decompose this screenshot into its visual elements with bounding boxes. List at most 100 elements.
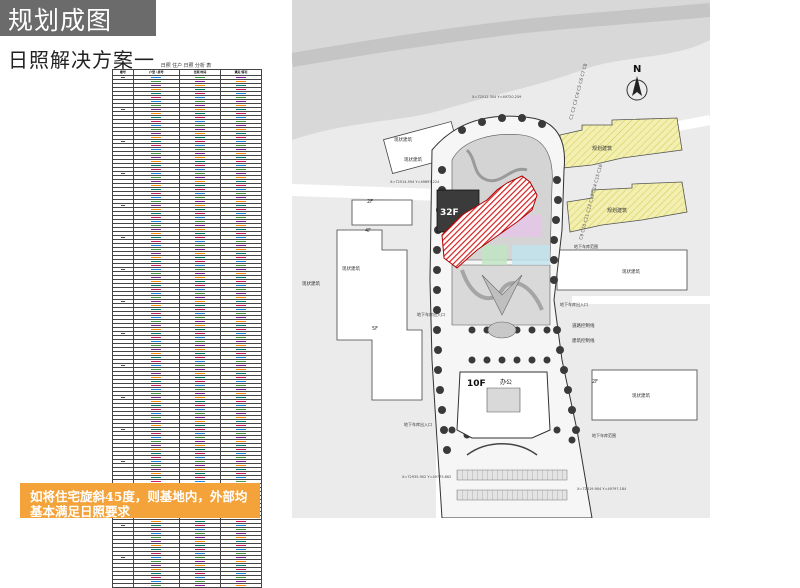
cell-mark	[235, 288, 246, 290]
cell-mark	[120, 364, 125, 366]
cell-mark	[151, 232, 162, 234]
cell-mark	[235, 312, 246, 314]
label-existing-6: 现状建筑	[632, 392, 650, 399]
cell-mark	[121, 285, 125, 286]
cell-mark	[151, 584, 162, 586]
cell-mark	[121, 345, 125, 346]
cell-mark	[194, 416, 205, 418]
cell-mark	[235, 572, 246, 574]
cell-mark	[121, 581, 125, 582]
cell-mark	[194, 464, 205, 466]
cell-mark	[235, 528, 246, 530]
cell-mark	[235, 140, 246, 142]
cell-mark	[235, 196, 246, 198]
cell-mark	[151, 168, 162, 170]
cell-mark	[194, 432, 205, 434]
cell-mark	[194, 140, 205, 142]
cell-mark	[194, 556, 205, 558]
cell-mark	[151, 528, 162, 530]
label-garage-entrance-3: 地下车库出入口	[404, 421, 432, 427]
cell-mark	[121, 389, 125, 390]
cell-mark	[121, 441, 125, 442]
cell-mark	[120, 396, 125, 398]
cell-mark	[121, 477, 125, 478]
cell-mark	[121, 373, 125, 374]
cell-mark	[120, 76, 125, 78]
cell-mark	[121, 245, 125, 246]
cell-mark	[235, 136, 246, 138]
cell-mark	[151, 172, 162, 174]
cell-mark	[235, 324, 246, 326]
cell-mark	[194, 296, 205, 298]
cell-mark	[194, 348, 205, 350]
cell-mark	[194, 580, 205, 582]
cell-mark	[235, 292, 246, 294]
cell-mark	[121, 161, 125, 162]
solution-note-text: 如将住宅旋斜45度，则基地内，外部均基本满足日照要求	[30, 489, 248, 518]
cell-mark	[151, 452, 162, 454]
cell-mark	[121, 257, 125, 258]
cell-mark	[121, 149, 125, 150]
cell-mark	[151, 460, 162, 462]
cell-mark	[235, 212, 246, 214]
cell-mark	[151, 208, 162, 210]
cell-mark	[235, 168, 246, 170]
table-cell	[219, 583, 263, 588]
cell-mark	[194, 344, 205, 346]
table-cell	[178, 583, 221, 588]
site-plan: N 32F 10F 办公 现状建筑 现状建筑 现状建筑 现状建筑 现状建筑 现状…	[292, 0, 710, 518]
cell-mark	[235, 436, 246, 438]
cell-mark	[194, 144, 205, 146]
cell-mark	[194, 568, 205, 570]
cell-mark	[151, 468, 162, 470]
cell-mark	[194, 424, 205, 426]
cell-mark	[235, 364, 246, 366]
cell-mark	[235, 152, 246, 154]
cell-mark	[151, 544, 162, 546]
cell-mark	[151, 296, 162, 298]
cell-mark	[121, 289, 125, 290]
cell-mark	[151, 156, 162, 158]
cell-mark	[121, 453, 125, 454]
cell-mark	[235, 236, 246, 238]
cell-mark	[194, 584, 205, 586]
cell-mark	[121, 377, 125, 378]
cell-mark	[121, 421, 125, 422]
label-existing-3: 现状建筑	[302, 280, 320, 287]
cell-mark	[194, 336, 205, 338]
cell-mark	[235, 80, 246, 82]
cell-mark	[235, 452, 246, 454]
cell-mark	[121, 409, 125, 410]
cell-mark	[235, 536, 246, 538]
cell-mark	[151, 100, 162, 102]
cell-mark	[194, 132, 205, 134]
cell-mark	[121, 281, 125, 282]
cell-mark	[151, 412, 162, 414]
cell-mark	[121, 145, 125, 146]
cell-mark	[235, 220, 246, 222]
cell-mark	[121, 213, 125, 214]
cell-mark	[151, 288, 162, 290]
cell-mark	[151, 124, 162, 126]
cell-mark	[235, 160, 246, 162]
cell-mark	[151, 116, 162, 118]
cell-mark	[151, 480, 162, 482]
cell-mark	[194, 376, 205, 378]
cell-mark	[194, 460, 205, 462]
cell-mark	[121, 565, 125, 566]
cell-mark	[151, 112, 162, 114]
cell-mark	[121, 481, 125, 482]
cell-mark	[235, 232, 246, 234]
cell-mark	[121, 261, 125, 262]
cell-mark	[235, 380, 246, 382]
cell-mark	[151, 128, 162, 130]
cell-mark	[235, 420, 246, 422]
cell-mark	[151, 240, 162, 242]
cell-mark	[151, 236, 162, 238]
cell-mark	[194, 256, 205, 258]
cell-mark	[194, 192, 205, 194]
cell-mark	[194, 108, 205, 110]
cell-mark	[121, 157, 125, 158]
cell-mark	[121, 413, 125, 414]
cell-mark	[151, 280, 162, 282]
